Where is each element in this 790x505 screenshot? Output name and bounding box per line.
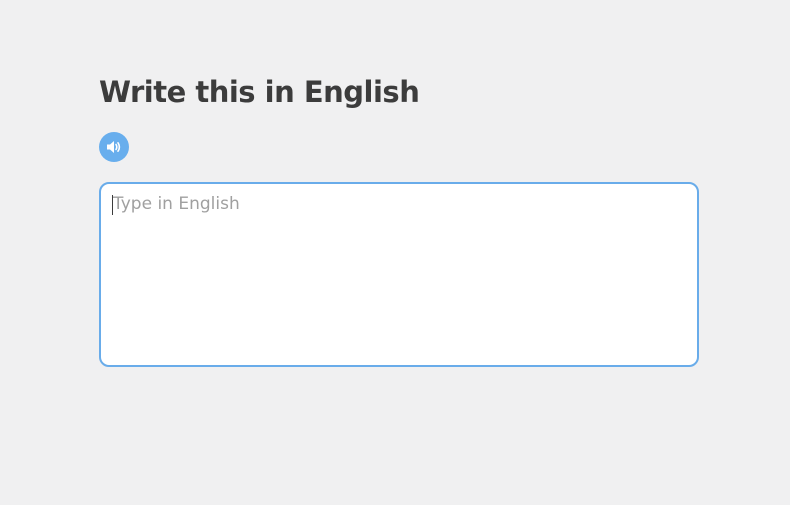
challenge-title: Write this in English [99, 75, 420, 109]
speaker-icon [106, 140, 122, 154]
play-audio-button[interactable] [99, 132, 129, 162]
answer-input[interactable] [99, 182, 699, 367]
challenge-page: Write this in English [0, 0, 790, 505]
